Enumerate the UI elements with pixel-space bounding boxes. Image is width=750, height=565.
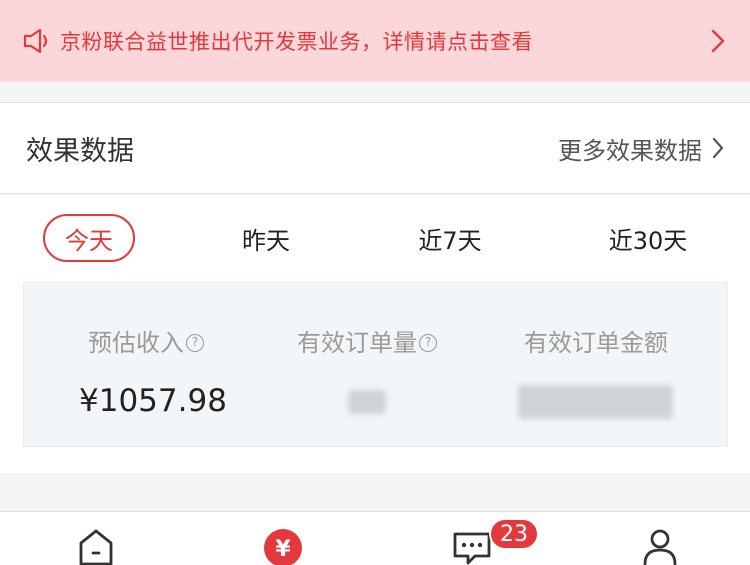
chevron-right-icon[interactable] [708,26,728,56]
more-effect-data-label: 更多效果数据 [558,136,702,165]
home-icon [79,529,113,565]
valid-orders-value-redacted [348,390,386,414]
message-count-badge: 23 [489,518,539,550]
nav-earnings[interactable]: ¥ [261,526,305,565]
nav-home[interactable] [74,526,118,565]
message-icon [453,532,491,565]
valid-order-amount-value-redacted [518,385,673,419]
estimated-income-value: ¥1057.98 [79,383,227,419]
effect-data-header: 效果数据 更多效果数据 [0,102,750,194]
speaker-icon [22,26,60,56]
valid-order-amount-label: 有效订单金额 [524,329,668,357]
notice-banner[interactable]: 京粉联合益世推出代开发票业务，详情请点击查看 [0,0,750,82]
nav-profile[interactable] [638,526,682,565]
notice-text: 京粉联合益世推出代开发票业务，详情请点击查看 [60,30,533,54]
bottom-navigation: ¥ 23 [0,511,750,565]
chevron-right-icon [712,137,724,159]
user-icon [643,529,677,565]
estimated-income-label: 预估收入 ? [88,323,204,358]
tab-today[interactable]: 今天 [43,214,135,262]
nav-messages[interactable] [450,526,494,565]
help-icon[interactable]: ? [186,333,204,352]
svg-text:¥: ¥ [275,537,291,562]
valid-orders-label: 有效订单量 ? [297,323,437,358]
yuan-icon: ¥ [264,529,302,565]
tab-last-7-days[interactable]: 近7天 [408,214,492,262]
stats-card: 预估收入 ? ¥1057.98 有效订单量 ? 有效订单金额 [23,282,728,447]
range-panel: 今天 昨天 近7天 近30天 预估收入 ? ¥1057.98 有效订单量 ? 有… [0,195,750,473]
tab-last-30-days[interactable]: 近30天 [600,214,696,262]
section-title: 效果数据 [26,135,134,167]
date-range-tabs: 今天 昨天 近7天 近30天 [0,195,750,281]
more-effect-data-link[interactable]: 更多效果数据 [558,131,724,166]
help-icon[interactable]: ? [419,333,437,352]
tab-yesterday[interactable]: 昨天 [226,214,306,262]
